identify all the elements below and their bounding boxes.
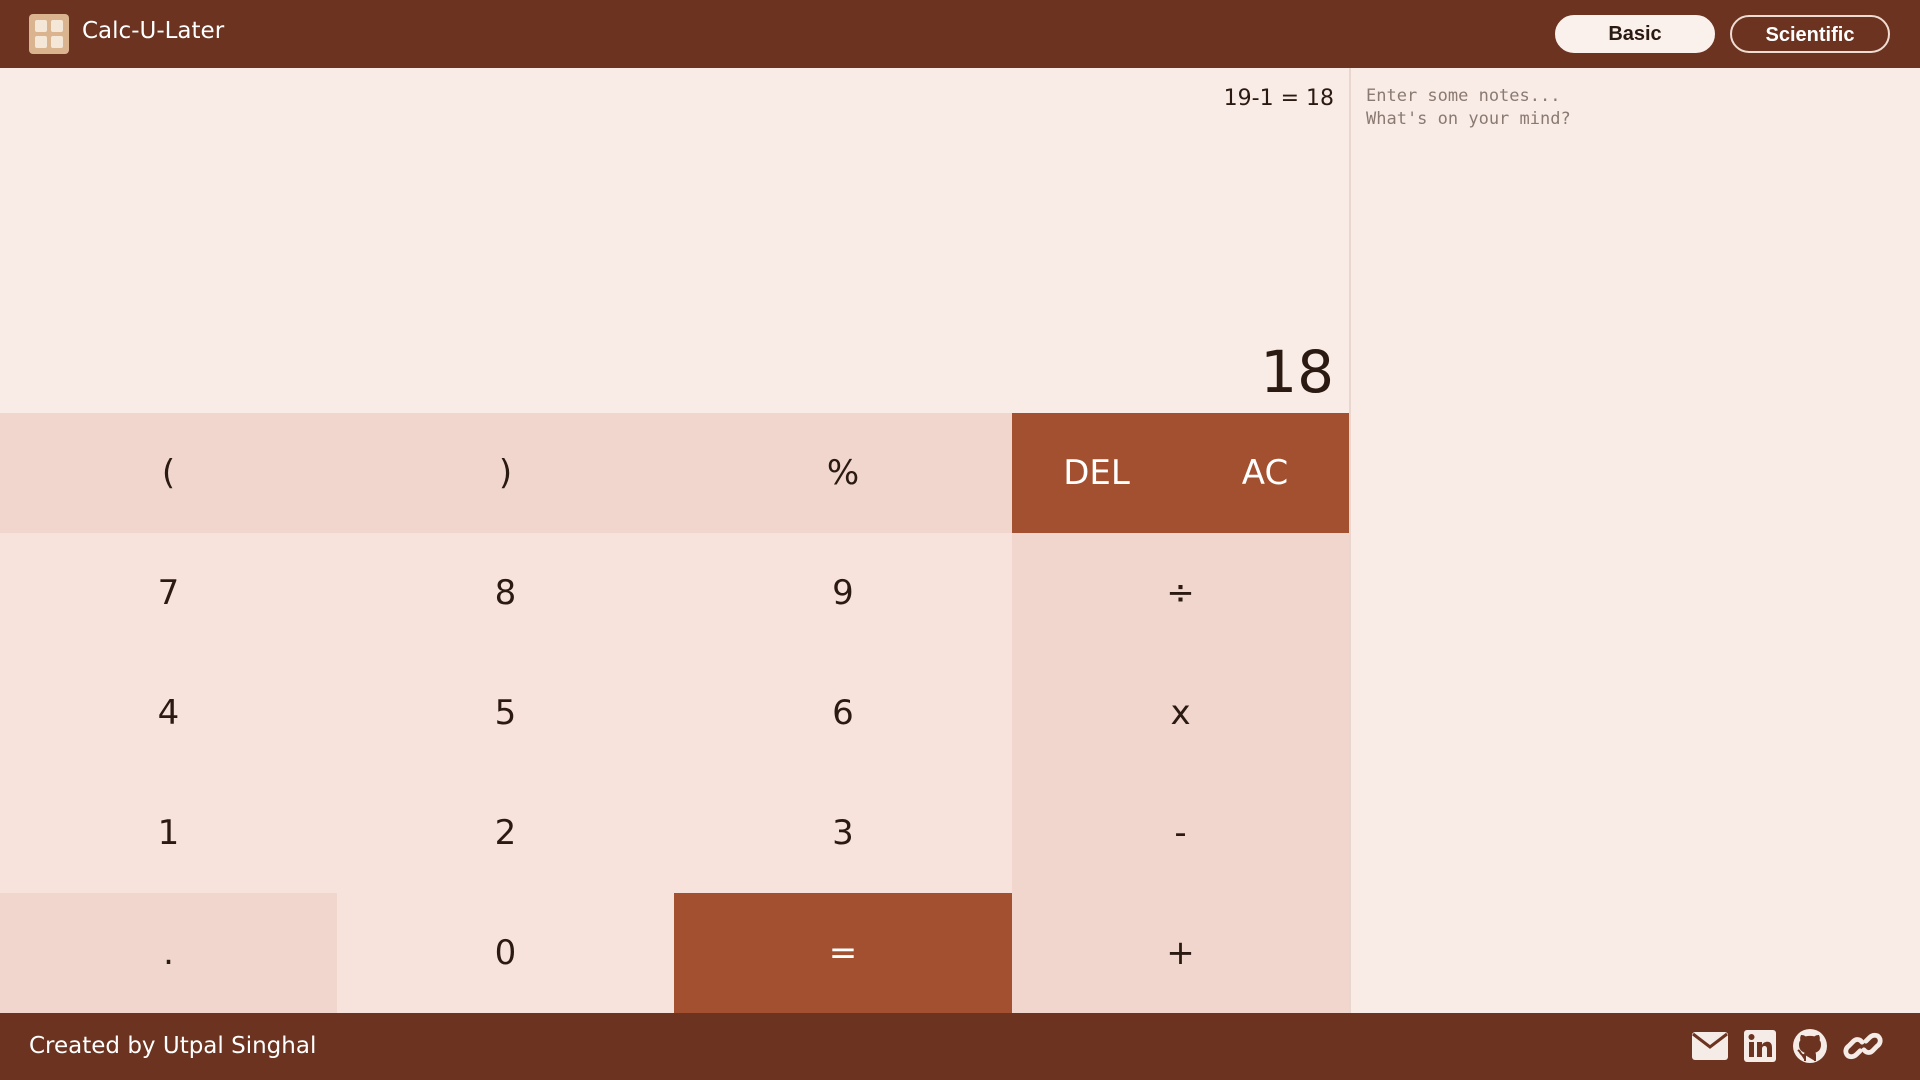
open-paren-key[interactable]: ( [0, 413, 337, 533]
github-icon[interactable] [1790, 1029, 1830, 1063]
linkedin-icon[interactable] [1740, 1029, 1780, 1063]
close-paren-key[interactable]: ) [337, 413, 674, 533]
keypad: ( ) % DEL AC 7 8 9 ÷ 4 5 6 x 1 2 3 - . 0… [0, 413, 1349, 1013]
credit-text: Created by Utpal Singhal [29, 1033, 317, 1059]
add-key[interactable]: + [1012, 893, 1349, 1013]
app-title: Calc-U-Later [82, 18, 225, 44]
notes-textarea[interactable] [1351, 68, 1920, 1013]
digit-7-key[interactable]: 7 [0, 533, 337, 653]
calculator-display: 19-1 = 18 18 [0, 68, 1349, 413]
divide-key[interactable]: ÷ [1012, 533, 1349, 653]
digit-3-key[interactable]: 3 [674, 773, 1012, 893]
all-clear-key[interactable]: AC [1181, 413, 1349, 533]
digit-4-key[interactable]: 4 [0, 653, 337, 773]
decimal-key[interactable]: . [0, 893, 337, 1013]
digit-5-key[interactable]: 5 [337, 653, 674, 773]
history-expression: 19-1 = 18 [1223, 86, 1334, 111]
percent-key[interactable]: % [674, 413, 1012, 533]
multiply-key[interactable]: x [1012, 653, 1349, 773]
digit-9-key[interactable]: 9 [674, 533, 1012, 653]
app-header: Calc-U-Later Basic Scientific [0, 0, 1920, 68]
calculator-icon [29, 14, 69, 54]
equals-key[interactable]: = [674, 893, 1012, 1013]
subtract-key[interactable]: - [1012, 773, 1349, 893]
scientific-mode-button[interactable]: Scientific [1730, 15, 1890, 53]
mail-icon[interactable] [1690, 1029, 1730, 1063]
digit-8-key[interactable]: 8 [337, 533, 674, 653]
calculator: 19-1 = 18 18 ( ) % DEL AC 7 8 9 ÷ 4 5 6 … [0, 68, 1349, 1013]
delete-key[interactable]: DEL [1012, 413, 1181, 533]
result-value: 18 [1260, 338, 1334, 406]
digit-2-key[interactable]: 2 [337, 773, 674, 893]
digit-6-key[interactable]: 6 [674, 653, 1012, 773]
basic-mode-button[interactable]: Basic [1555, 15, 1715, 53]
digit-1-key[interactable]: 1 [0, 773, 337, 893]
app-footer: Created by Utpal Singhal [0, 1013, 1920, 1080]
link-icon[interactable] [1843, 1029, 1883, 1063]
digit-0-key[interactable]: 0 [337, 893, 674, 1013]
